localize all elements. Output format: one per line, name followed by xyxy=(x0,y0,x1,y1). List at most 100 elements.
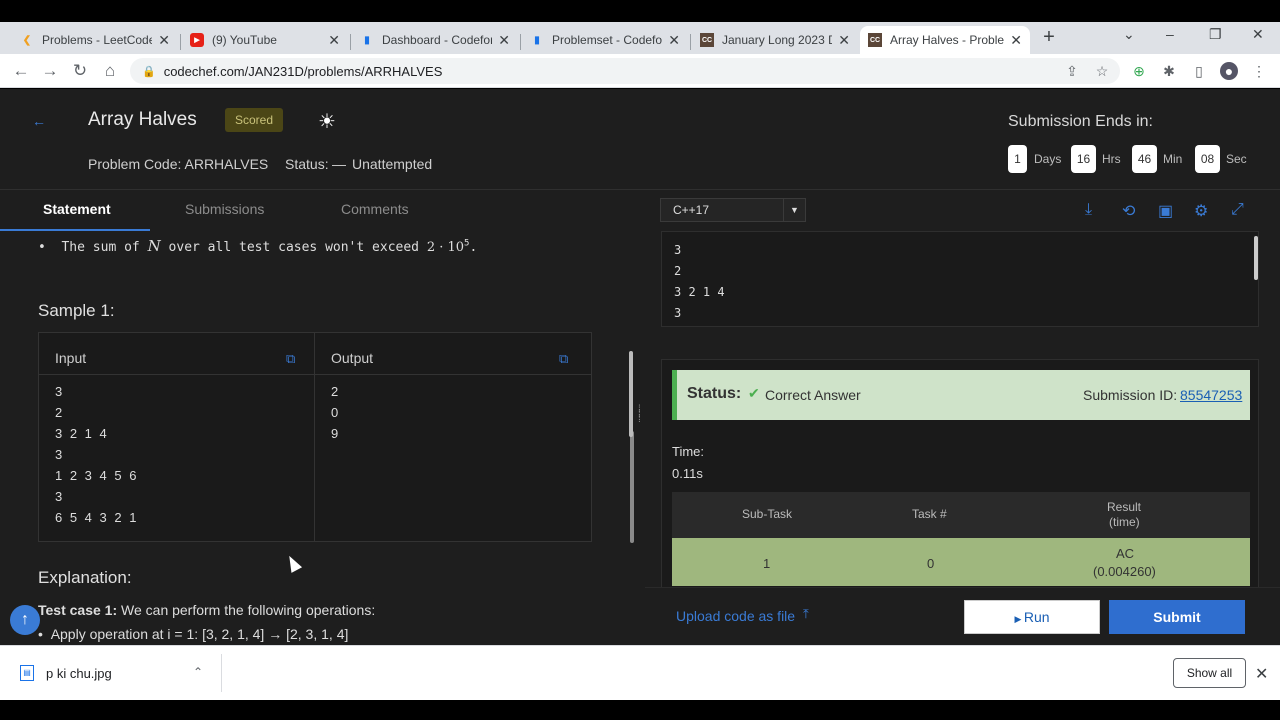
explanation-body: We can perform the following operations: xyxy=(121,602,376,618)
language-select[interactable]: C++17 ▼ xyxy=(660,198,806,222)
tab-submissions[interactable]: Submissions xyxy=(185,201,264,217)
submission-id-label: Submission ID: xyxy=(1083,387,1178,403)
save-icon[interactable]: ▣ xyxy=(1158,201,1173,221)
header-task: Task # xyxy=(912,507,947,521)
browser-tab-codeforces-problemset[interactable]: ▮ Problemset - Codeforc ✕ xyxy=(522,26,688,54)
youtube-icon: ▶ xyxy=(190,33,204,47)
status-dash-icon: — xyxy=(332,156,346,172)
explanation-text: Test case 1: We can perform the followin… xyxy=(38,602,375,618)
reload-icon[interactable]: ↻ xyxy=(69,60,91,82)
header-subtask: Sub-Task xyxy=(742,507,793,521)
back-arrow-icon[interactable]: ← xyxy=(32,113,46,129)
side-panel-icon[interactable]: ▯ xyxy=(1190,62,1208,80)
menu-kebab-icon[interactable]: ⋮ xyxy=(1250,62,1268,80)
timer-seconds-label: Sec xyxy=(1226,152,1247,166)
download-item[interactable]: ▤ p ki chu.jpg xyxy=(20,665,112,681)
explanation-case: Test case 1: xyxy=(38,602,118,618)
home-icon[interactable]: ⌂ xyxy=(99,60,121,82)
tab-separator xyxy=(690,34,691,50)
explanation-bullet-text: Apply operation at i = 1: [3, 2, 1, 4] →… xyxy=(50,626,349,642)
result-table: Sub-Task Task # Result (time) 1 0 AC (0.… xyxy=(672,492,1250,586)
leetcode-icon: ❮ xyxy=(22,34,32,46)
forward-icon[interactable]: → xyxy=(39,60,61,82)
timer-days-label: Days xyxy=(1034,152,1062,166)
download-icon[interactable]: ⤓ xyxy=(1085,201,1092,219)
downloads-bar: ▤ p ki chu.jpg ⌃ Show all ✕ xyxy=(0,645,1280,700)
copy-input-icon[interactable]: ⧉ xyxy=(286,351,295,367)
statement-pane: • The sum of N over all test cases won't… xyxy=(0,231,636,645)
explanation-title: Explanation: xyxy=(38,568,132,587)
fullscreen-icon[interactable]: ⤢ xyxy=(1231,201,1244,219)
run-button[interactable]: ▶ Run xyxy=(964,600,1100,634)
code-scrollbar[interactable] xyxy=(1254,236,1258,280)
back-icon[interactable]: ← xyxy=(10,60,32,82)
timer-hours-label: Hrs xyxy=(1102,152,1121,166)
reset-code-icon[interactable]: ⟲ xyxy=(1122,201,1135,221)
browser-tab-leetcode[interactable]: ❮ Problems - LeetCode ✕ xyxy=(12,26,178,54)
extensions-puzzle-icon[interactable]: ✱ xyxy=(1160,62,1178,80)
result-scrollbar[interactable] xyxy=(629,351,633,437)
submit-button[interactable]: Submit xyxy=(1109,600,1245,634)
scroll-to-top-icon[interactable]: ↑ xyxy=(10,605,40,635)
tab-comments[interactable]: Comments xyxy=(341,201,409,217)
close-tab-icon[interactable]: ✕ xyxy=(668,32,680,49)
restore-icon[interactable]: ❐ xyxy=(1209,26,1222,43)
sample-input-header: Input ⧉ xyxy=(39,333,314,375)
language-value: C++17 xyxy=(673,203,710,217)
time-label: Time: xyxy=(672,444,705,459)
tab-separator xyxy=(520,34,521,50)
url-input[interactable]: 🔒 codechef.com/JAN231D/problems/ARRHALVE… xyxy=(130,58,1120,84)
copy-output-icon[interactable]: ⧉ xyxy=(559,351,568,367)
code-input-box[interactable]: 3 2 3 2 1 4 3 xyxy=(661,231,1259,327)
tab-search-icon[interactable]: ⌄ xyxy=(1123,26,1135,43)
input-line: 3 xyxy=(55,384,65,399)
show-all-button[interactable]: Show all xyxy=(1173,658,1246,688)
input-line: 3 2 1 4 xyxy=(55,426,109,441)
browser-tab-january-long[interactable]: CC January Long 2023 Div ✕ xyxy=(692,26,858,54)
theme-toggle-sun-icon[interactable]: ☀ xyxy=(318,109,336,134)
browser-tab-codeforces-dashboard[interactable]: ▮ Dashboard - Codeforc ✕ xyxy=(352,26,518,54)
timer-minutes-label: Min xyxy=(1163,152,1183,166)
header-divider xyxy=(0,189,1280,190)
pane-splitter-handle[interactable]: ⁞ ⁞ ⁞ xyxy=(638,405,641,425)
sample-output-header: Output ⧉ xyxy=(315,333,591,375)
new-tab-icon[interactable]: + xyxy=(1038,26,1060,48)
timer-hours: 16 xyxy=(1071,145,1096,173)
close-tab-icon[interactable]: ✕ xyxy=(328,32,340,49)
close-tab-icon[interactable]: ✕ xyxy=(158,32,170,49)
timer-days: 1 xyxy=(1008,145,1027,173)
browser-tab-array-halves[interactable]: CC Array Halves - Probler ✕ xyxy=(860,26,1030,54)
run-label: Run xyxy=(1023,609,1050,625)
minimize-icon[interactable]: – xyxy=(1166,26,1174,42)
tab-statement[interactable]: Statement xyxy=(43,201,111,217)
tab-separator xyxy=(180,34,181,50)
input-line: 3 xyxy=(55,489,65,504)
submission-id-link[interactable]: 85547253 xyxy=(1180,387,1242,403)
download-filename: p ki chu.jpg xyxy=(46,665,112,681)
share-icon[interactable]: ⇪ xyxy=(1063,62,1081,80)
settings-gear-icon[interactable]: ⚙ xyxy=(1194,201,1208,221)
browser-tab-youtube[interactable]: ▶ (9) YouTube ✕ xyxy=(182,26,348,54)
close-window-icon[interactable]: ✕ xyxy=(1252,26,1264,43)
timer-seconds: 08 xyxy=(1195,145,1220,173)
extension-plus-icon[interactable]: ⊕ xyxy=(1130,62,1148,80)
upload-code-link[interactable]: Upload code as file xyxy=(676,608,795,624)
row-task: 0 xyxy=(927,556,935,571)
code-line: 3 2 1 4 xyxy=(674,285,725,299)
bookmark-star-icon[interactable]: ☆ xyxy=(1093,62,1111,80)
profile-avatar-icon[interactable]: ● xyxy=(1220,62,1238,80)
chevron-up-icon[interactable]: ⌃ xyxy=(193,665,203,679)
output-line: 9 xyxy=(331,426,341,441)
statement-scrollbar[interactable] xyxy=(630,431,634,543)
downloads-separator xyxy=(221,654,222,692)
close-tab-icon[interactable]: ✕ xyxy=(838,32,850,49)
code-line: 3 xyxy=(674,243,682,257)
close-downloads-icon[interactable]: ✕ xyxy=(1255,664,1268,684)
output-line: 0 xyxy=(331,405,341,420)
code-line: 2 xyxy=(674,264,682,278)
close-tab-icon[interactable]: ✕ xyxy=(498,32,510,49)
upload-icon[interactable]: ⤒ xyxy=(803,606,809,622)
chevron-down-icon: ▼ xyxy=(783,199,805,221)
header-result: Result xyxy=(1107,500,1142,514)
close-tab-icon[interactable]: ✕ xyxy=(1010,32,1022,49)
